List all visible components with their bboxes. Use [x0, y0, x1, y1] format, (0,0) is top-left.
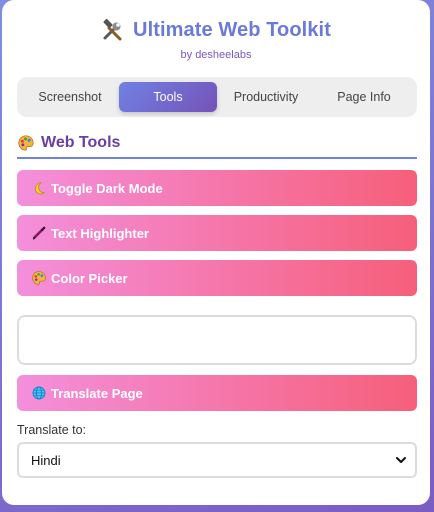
- tab-page-info[interactable]: Page Info: [315, 82, 413, 112]
- popup-card: Ultimate Web Toolkit by desheelabs Scree…: [2, 0, 430, 505]
- tab-screenshot[interactable]: Screenshot: [21, 82, 119, 112]
- header: Ultimate Web Toolkit by desheelabs: [2, 14, 430, 61]
- color-picker-label: Color Picker: [51, 270, 128, 286]
- palette-icon: [32, 271, 46, 285]
- toggle-dark-mode-label: Toggle Dark Mode: [51, 180, 163, 196]
- hammer-and-wrench-icon: [103, 18, 122, 41]
- tab-bar: Screenshot Tools Productivity Page Info: [17, 77, 417, 117]
- pen-icon: [32, 226, 46, 240]
- palette-icon: [18, 135, 34, 151]
- translate-page-button[interactable]: Translate Page: [17, 375, 417, 411]
- title-row: Ultimate Web Toolkit: [2, 14, 430, 46]
- color-picker-button[interactable]: Color Picker: [17, 260, 417, 296]
- text-highlighter-label: Text Highlighter: [51, 225, 149, 241]
- language-select[interactable]: Hindi: [17, 442, 417, 478]
- chevron-down-icon: [396, 457, 406, 463]
- tab-productivity[interactable]: Productivity: [217, 82, 315, 112]
- language-select-value: Hindi: [31, 452, 61, 468]
- translate-to-label: Translate to:: [17, 423, 87, 437]
- section-title: Web Tools: [41, 134, 121, 151]
- crescent-moon-icon: [35, 182, 46, 195]
- app-title: Ultimate Web Toolkit: [133, 18, 331, 41]
- section-heading: Web Tools: [17, 131, 417, 159]
- globe-icon: [32, 386, 46, 400]
- app-subtitle: by desheelabs: [180, 49, 252, 61]
- text-highlighter-button[interactable]: Text Highlighter: [17, 215, 417, 251]
- toggle-dark-mode-button[interactable]: Toggle Dark Mode: [17, 170, 417, 206]
- translate-page-label: Translate Page: [51, 385, 143, 401]
- color-output-field[interactable]: [17, 315, 417, 365]
- tab-tools[interactable]: Tools: [119, 82, 217, 112]
